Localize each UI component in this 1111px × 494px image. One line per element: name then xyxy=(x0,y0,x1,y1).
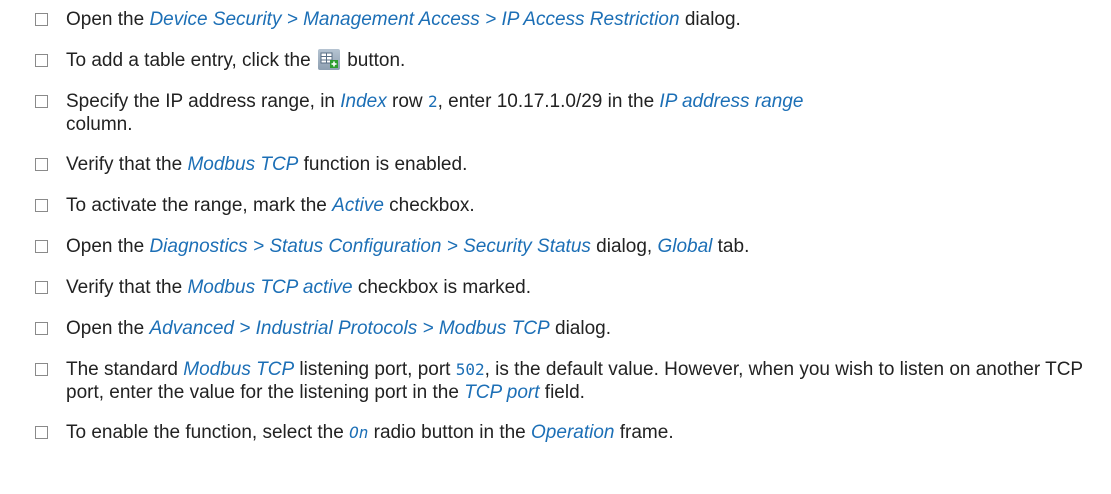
step-5: To activate the range, mark the Active c… xyxy=(0,194,1111,217)
ui-path: Diagnostics > Status Configuration > Sec… xyxy=(149,236,591,257)
ui-field-name: Modbus TCP xyxy=(183,359,295,380)
step-text: , enter 10.17.1.0/29 in the xyxy=(437,91,660,112)
code-value: 502 xyxy=(455,360,485,379)
ui-tab-name: Global xyxy=(657,236,713,257)
step-text: row xyxy=(386,91,428,112)
step-text: Verify that the xyxy=(66,154,188,175)
step-text: Open the xyxy=(66,9,150,30)
ui-field-name: IP address range xyxy=(659,91,804,112)
step-checkbox[interactable] xyxy=(35,240,48,253)
step-checkbox[interactable] xyxy=(35,158,48,171)
ui-frame-name: Operation xyxy=(531,422,615,443)
step-text: checkbox. xyxy=(383,195,475,216)
step-text: To activate the range, mark the xyxy=(66,195,333,216)
step-checkbox[interactable] xyxy=(35,426,48,439)
ui-field-name: TCP port xyxy=(464,382,540,403)
step-9: The standard Modbus TCP listening port, … xyxy=(0,358,1111,404)
step-text: checkbox is marked. xyxy=(352,277,532,298)
step-text: To enable the function, select the xyxy=(66,422,350,443)
ui-field-name: Modbus TCP active xyxy=(187,277,353,298)
step-7: Verify that the Modbus TCP active checkb… xyxy=(0,276,1111,299)
step-10: To enable the function, select the On ra… xyxy=(0,421,1111,444)
step-checkbox[interactable] xyxy=(35,13,48,26)
step-text: dialog, xyxy=(590,236,658,257)
step-text: Verify that the xyxy=(66,277,188,298)
ui-path: Advanced > Industrial Protocols > Modbus… xyxy=(149,318,550,339)
step-checkbox[interactable] xyxy=(35,95,48,108)
step-8: Open the Advanced > Industrial Protocols… xyxy=(0,317,1111,340)
step-text: The standard xyxy=(66,359,184,380)
step-text: listening port, port xyxy=(294,359,456,380)
instruction-steps: Open the Device Security > Management Ac… xyxy=(0,8,1111,444)
step-text: Open the xyxy=(66,318,150,339)
step-text: To add a table entry, click the xyxy=(66,50,316,71)
step-checkbox[interactable] xyxy=(35,199,48,212)
step-3: Specify the IP address range, in Index r… xyxy=(0,90,1111,136)
code-value: On xyxy=(349,423,369,442)
step-text: dialog. xyxy=(549,318,611,339)
step-text: frame. xyxy=(614,422,674,443)
step-text: Specify the IP address range, in xyxy=(66,91,341,112)
ui-field-name: Modbus TCP xyxy=(187,154,299,175)
step-text: radio button in the xyxy=(368,422,532,443)
step-4: Verify that the Modbus TCP function is e… xyxy=(0,153,1111,176)
step-checkbox[interactable] xyxy=(35,54,48,67)
code-value: 2 xyxy=(427,92,438,111)
ui-field-name: Active xyxy=(332,195,384,216)
step-checkbox[interactable] xyxy=(35,363,48,376)
step-text: dialog. xyxy=(679,9,741,30)
step-checkbox[interactable] xyxy=(35,281,48,294)
step-checkbox[interactable] xyxy=(35,322,48,335)
add-table-entry-icon xyxy=(317,49,340,70)
step-text: column. xyxy=(66,114,133,135)
step-1: Open the Device Security > Management Ac… xyxy=(0,8,1111,31)
step-2: To add a table entry, click the button. xyxy=(0,49,1111,72)
step-text: Open the xyxy=(66,236,150,257)
step-text: tab. xyxy=(712,236,750,257)
step-6: Open the Diagnostics > Status Configurat… xyxy=(0,235,1111,258)
ui-field-name: Index xyxy=(340,91,387,112)
step-text: field. xyxy=(539,382,585,403)
step-text: button. xyxy=(341,50,406,71)
ui-path: Device Security > Management Access > IP… xyxy=(149,9,680,30)
step-text: function is enabled. xyxy=(298,154,468,175)
